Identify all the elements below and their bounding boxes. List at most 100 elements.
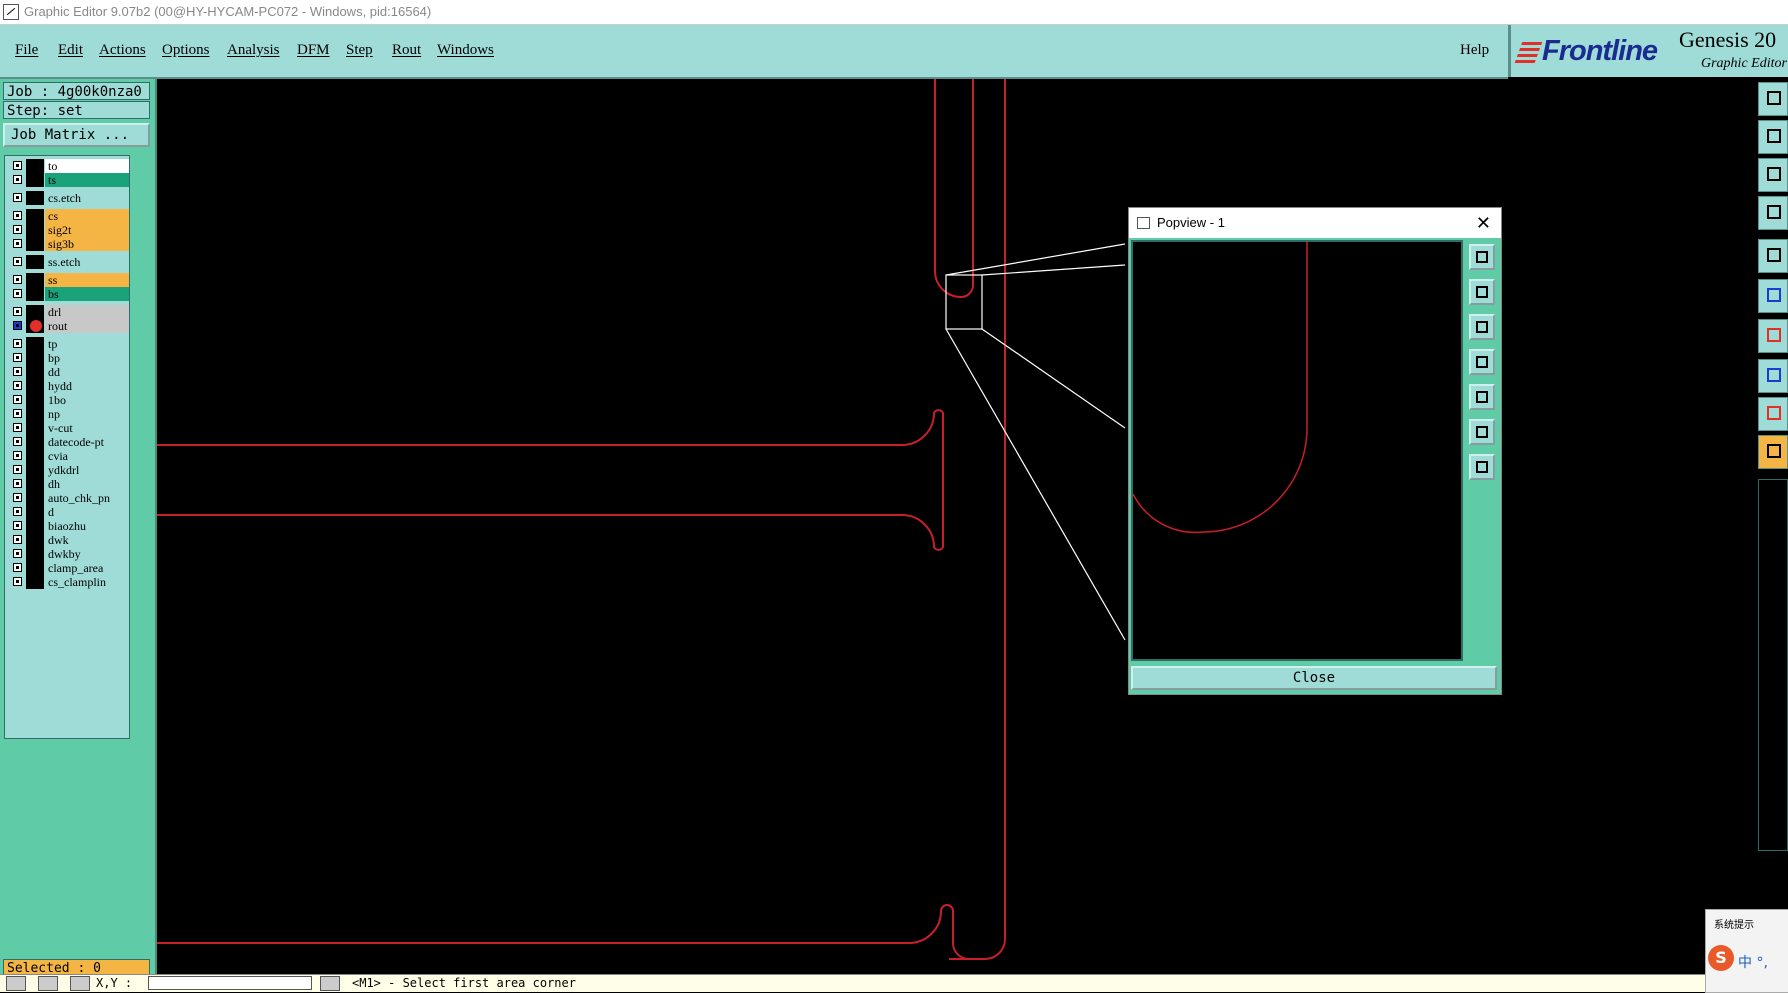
layer-checkbox[interactable] — [13, 339, 22, 348]
layer-name[interactable]: auto_chk_pn — [45, 491, 129, 505]
layer-row[interactable]: dwkby — [7, 547, 129, 561]
rtool-fit-icon[interactable] — [1758, 158, 1788, 192]
layer-status[interactable] — [26, 379, 44, 393]
layer-row[interactable]: np — [7, 407, 129, 421]
layer-checkbox[interactable] — [13, 211, 22, 220]
layer-checkbox[interactable] — [13, 493, 22, 502]
menu-options[interactable]: Options — [162, 42, 210, 59]
layer-checkbox[interactable] — [13, 549, 22, 558]
popview-fit-button[interactable] — [1469, 419, 1495, 445]
layer-name[interactable]: cs_clamplin — [45, 575, 129, 589]
rtool-draw-icon[interactable] — [1758, 239, 1788, 273]
ime-status[interactable]: 中 °, — [1738, 952, 1768, 972]
layer-checkbox[interactable] — [13, 321, 22, 330]
layer-status[interactable] — [26, 421, 44, 435]
layer-row[interactable]: ss.etch — [7, 255, 129, 269]
layer-name[interactable]: ydkdrl — [45, 463, 129, 477]
layer-row[interactable]: dh — [7, 477, 129, 491]
layer-checkbox[interactable] — [13, 507, 22, 516]
menu-help[interactable]: Help — [1460, 42, 1489, 59]
layer-checkbox[interactable] — [13, 161, 22, 170]
popview-close-button[interactable]: Close — [1131, 666, 1497, 690]
layer-row[interactable]: cs_clamplin — [7, 575, 129, 589]
layer-status[interactable] — [26, 519, 44, 533]
layer-name[interactable]: clamp_area — [45, 561, 129, 575]
graphic-canvas[interactable] — [157, 79, 1755, 974]
layer-checkbox[interactable] — [13, 367, 22, 376]
layer-checkbox[interactable] — [13, 353, 22, 362]
layer-checkbox[interactable] — [13, 225, 22, 234]
layer-checkbox[interactable] — [13, 307, 22, 316]
layer-name[interactable]: rout — [45, 319, 129, 333]
layer-row[interactable]: ydkdrl — [7, 463, 129, 477]
layer-name[interactable]: drl — [45, 305, 129, 319]
popview-zoom-in-button[interactable] — [1469, 244, 1495, 270]
layer-checkbox[interactable] — [13, 239, 22, 248]
menu-windows[interactable]: Windows — [437, 42, 494, 59]
layer-row[interactable]: d — [7, 505, 129, 519]
layer-checkbox[interactable] — [13, 535, 22, 544]
layer-status[interactable] — [26, 287, 44, 301]
status-grid-button[interactable] — [70, 976, 90, 991]
layer-status[interactable] — [26, 305, 44, 319]
layer-row[interactable]: datecode-pt — [7, 435, 129, 449]
menu-dfm[interactable]: DFM — [297, 42, 330, 59]
layer-status[interactable] — [26, 173, 44, 187]
layer-name[interactable]: v-cut — [45, 421, 129, 435]
layer-checkbox[interactable] — [13, 193, 22, 202]
layer-list-scrollbar[interactable] — [131, 155, 151, 735]
layer-row[interactable]: cvia — [7, 449, 129, 463]
layer-name[interactable]: to — [45, 159, 129, 173]
layer-name[interactable]: tp — [45, 337, 129, 351]
layer-row[interactable]: bs — [7, 287, 129, 301]
layer-name[interactable]: bp — [45, 351, 129, 365]
status-info-button[interactable] — [320, 976, 340, 991]
layer-checkbox[interactable] — [13, 381, 22, 390]
layer-status[interactable] — [26, 407, 44, 421]
layer-name[interactable]: dwkby — [45, 547, 129, 561]
layer-row[interactable]: cs — [7, 209, 129, 223]
popview-pan-left-button[interactable] — [1469, 349, 1495, 375]
rtool-measure-icon[interactable] — [1758, 319, 1788, 353]
layer-status[interactable] — [26, 533, 44, 547]
coords-field[interactable] — [148, 976, 312, 990]
layer-status[interactable] — [26, 449, 44, 463]
popview-pan-up-button[interactable] — [1469, 279, 1495, 305]
status-toggle-button[interactable] — [6, 976, 26, 991]
layer-row[interactable]: drl — [7, 305, 129, 319]
menu-file[interactable]: File — [15, 42, 38, 59]
menu-edit[interactable]: Edit — [58, 42, 83, 59]
rtool-net-icon[interactable] — [1758, 279, 1788, 313]
layer-row[interactable]: rout — [7, 319, 129, 333]
layer-name[interactable]: biaozhu — [45, 519, 129, 533]
layer-name[interactable]: cvia — [45, 449, 129, 463]
layer-name[interactable]: datecode-pt — [45, 435, 129, 449]
popview-pan-right-button[interactable] — [1469, 384, 1495, 410]
layer-status[interactable] — [26, 351, 44, 365]
layer-name[interactable]: sig3b — [45, 237, 129, 251]
layer-status[interactable] — [26, 191, 44, 205]
layer-name[interactable]: 1bo — [45, 393, 129, 407]
layer-checkbox[interactable] — [13, 395, 22, 404]
layer-status[interactable] — [26, 159, 44, 173]
layer-status[interactable] — [26, 547, 44, 561]
layer-row[interactable]: dwk — [7, 533, 129, 547]
close-icon[interactable]: ✕ — [1476, 208, 1491, 238]
rtool-save-icon[interactable] — [1758, 120, 1788, 154]
layer-name[interactable]: dh — [45, 477, 129, 491]
layer-name[interactable]: ss.etch — [45, 255, 129, 269]
popview-pan-down-button[interactable] — [1469, 314, 1495, 340]
layer-status[interactable] — [26, 477, 44, 491]
layer-checkbox[interactable] — [13, 465, 22, 474]
layer-row[interactable]: dd — [7, 365, 129, 379]
layer-status[interactable] — [26, 209, 44, 223]
layer-status[interactable] — [26, 575, 44, 589]
layer-row[interactable]: sig3b — [7, 237, 129, 251]
layer-row[interactable]: auto_chk_pn — [7, 491, 129, 505]
menu-actions[interactable]: Actions — [99, 42, 146, 59]
layer-status[interactable] — [26, 223, 44, 237]
popview-zoom-out-button[interactable] — [1469, 454, 1495, 480]
layer-name[interactable]: dd — [45, 365, 129, 379]
layer-status[interactable] — [26, 319, 44, 333]
layer-name[interactable]: bs — [45, 287, 129, 301]
